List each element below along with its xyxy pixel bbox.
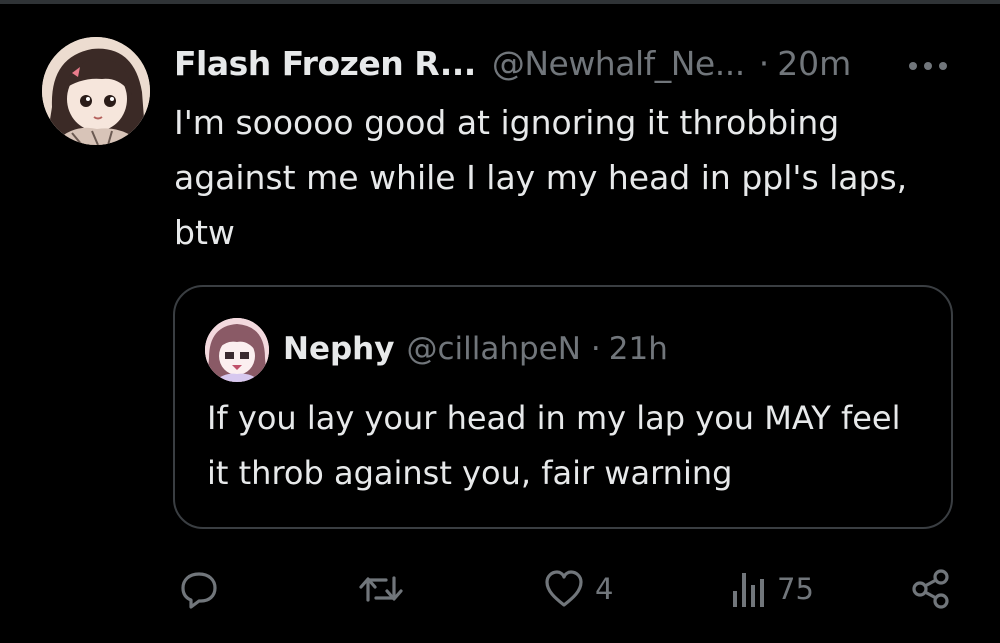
quoted-author-avatar [205, 318, 269, 382]
tweet-header: Flash Frozen R... @Newhalf_Ne... · 20m [174, 40, 851, 86]
like-icon [543, 569, 585, 609]
like-count: 4 [595, 572, 614, 606]
quoted-author-display-name: Nephy [283, 331, 395, 367]
author-handle[interactable]: @Newhalf_Ne... [492, 44, 745, 83]
reply-button[interactable] [178, 567, 230, 611]
views-button[interactable]: 75 [731, 567, 814, 611]
more-icon[interactable] [906, 58, 950, 72]
quoted-tweet-header: Nephy @cillahpeN · 21h [283, 327, 668, 371]
author-avatar[interactable] [42, 37, 150, 145]
like-button[interactable]: 4 [543, 567, 613, 611]
header-separator: · [758, 43, 770, 83]
top-divider [0, 0, 1000, 4]
quoted-tweet-text: If you lay your head in my lap you MAY f… [207, 399, 901, 492]
views-count: 75 [777, 572, 814, 606]
reply-icon [178, 568, 220, 610]
tweet-text: I'm sooooo good at ignoring it throbbing… [174, 103, 908, 252]
share-icon [910, 568, 952, 610]
quoted-author-handle: @cillahpeN [406, 331, 581, 367]
quoted-tweet-card[interactable]: Nephy @cillahpeN · 21h If you lay your h… [173, 285, 953, 529]
quoted-tweet-timestamp: 21h [608, 331, 668, 367]
quoted-header-separator: · [590, 331, 601, 367]
author-display-name[interactable]: Flash Frozen R... [174, 44, 476, 83]
views-icon [731, 569, 767, 609]
tweet-timestamp[interactable]: 20m [777, 44, 851, 83]
retweet-button[interactable] [358, 567, 414, 611]
share-button[interactable] [910, 567, 952, 611]
retweet-icon [358, 568, 404, 610]
